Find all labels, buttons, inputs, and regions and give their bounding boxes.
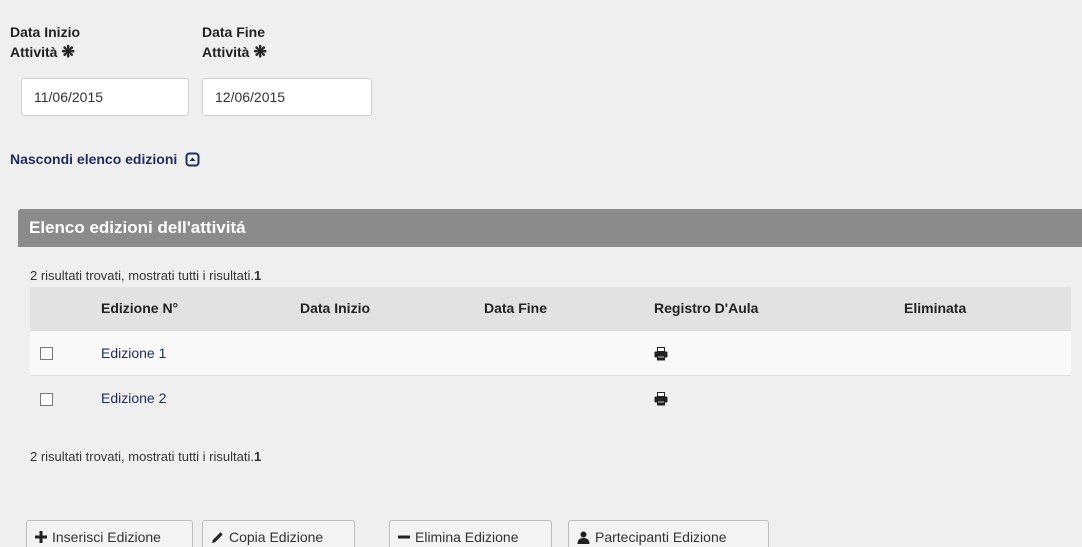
end-date-label-line1: Data Fine [202, 24, 266, 40]
edition-link[interactable]: Edizione 2 [101, 390, 166, 406]
insert-edition-button[interactable]: Inserisci Edizione [26, 520, 193, 547]
pencil-icon [211, 531, 224, 544]
end-date-input[interactable] [202, 78, 372, 116]
results-page: 1 [253, 268, 262, 283]
row-checkbox[interactable] [40, 347, 53, 361]
editions-panel-header: Elenco edizioni dell'attivitá [18, 209, 1082, 247]
end-date-label: Data Fine Attività ❋ [202, 22, 267, 63]
edition-link[interactable]: Edizione 1 [101, 345, 166, 361]
results-summary-top: 2 risultati trovati, mostrati tutti i ri… [30, 268, 261, 283]
table-header-row: Edizione N° Data Inizio Data Fine Regist… [30, 287, 1071, 330]
minus-icon [398, 531, 410, 543]
row-checkbox[interactable] [40, 392, 53, 406]
start-date-label-line1: Data Inizio [10, 24, 81, 40]
required-asterisk-icon: ❋ [61, 44, 75, 61]
results-page: 1 [253, 449, 262, 464]
column-header-edition: Edizione N° [101, 287, 300, 330]
results-text: 2 risultati trovati, mostrati tutti i ri… [30, 268, 254, 283]
cell-start [300, 329, 484, 375]
column-header-register: Registro D'Aula [654, 287, 904, 330]
editions-table: Edizione N° Data Inizio Data Fine Regist… [30, 287, 1071, 420]
end-date-label-line2: Attività [202, 44, 250, 60]
print-icon[interactable] [654, 391, 668, 406]
copy-edition-label: Copia Edizione [229, 529, 324, 545]
column-header-end: Data Fine [484, 287, 654, 330]
cell-end [484, 329, 654, 375]
start-date-input[interactable] [21, 78, 189, 116]
cell-deleted [904, 329, 1071, 375]
collapse-up-icon [185, 152, 200, 167]
results-text: 2 risultati trovati, mostrati tutti i ri… [30, 449, 254, 464]
participants-edition-button[interactable]: Partecipanti Edizione [568, 520, 769, 547]
copy-edition-button[interactable]: Copia Edizione [202, 520, 355, 547]
cell-deleted [904, 374, 1071, 420]
participants-edition-label: Partecipanti Edizione [595, 529, 727, 545]
results-summary-bottom: 2 risultati trovati, mostrati tutti i ri… [30, 449, 261, 464]
cell-end [484, 374, 654, 420]
delete-edition-button[interactable]: Elimina Edizione [389, 520, 552, 547]
cell-start [300, 374, 484, 420]
print-icon[interactable] [654, 346, 668, 361]
table-row: Edizione 1 [30, 329, 1071, 375]
panel-title: Elenco edizioni dell'attivitá [29, 218, 246, 237]
table-row: Edizione 2 [30, 374, 1071, 420]
required-asterisk-icon: ❋ [253, 44, 267, 61]
user-icon [577, 531, 590, 544]
column-header-deleted: Eliminata [904, 287, 1071, 330]
column-header-start: Data Inizio [300, 287, 484, 330]
insert-edition-label: Inserisci Edizione [52, 529, 161, 545]
plus-icon [35, 531, 47, 543]
delete-edition-label: Elimina Edizione [415, 529, 519, 545]
start-date-label-line2: Attività [10, 44, 58, 60]
select-column-header [30, 287, 101, 330]
start-date-label: Data Inizio Attività ❋ [10, 22, 80, 63]
hide-editions-toggle[interactable]: Nascondi elenco edizioni [10, 151, 200, 167]
hide-editions-label: Nascondi elenco edizioni [10, 151, 178, 167]
